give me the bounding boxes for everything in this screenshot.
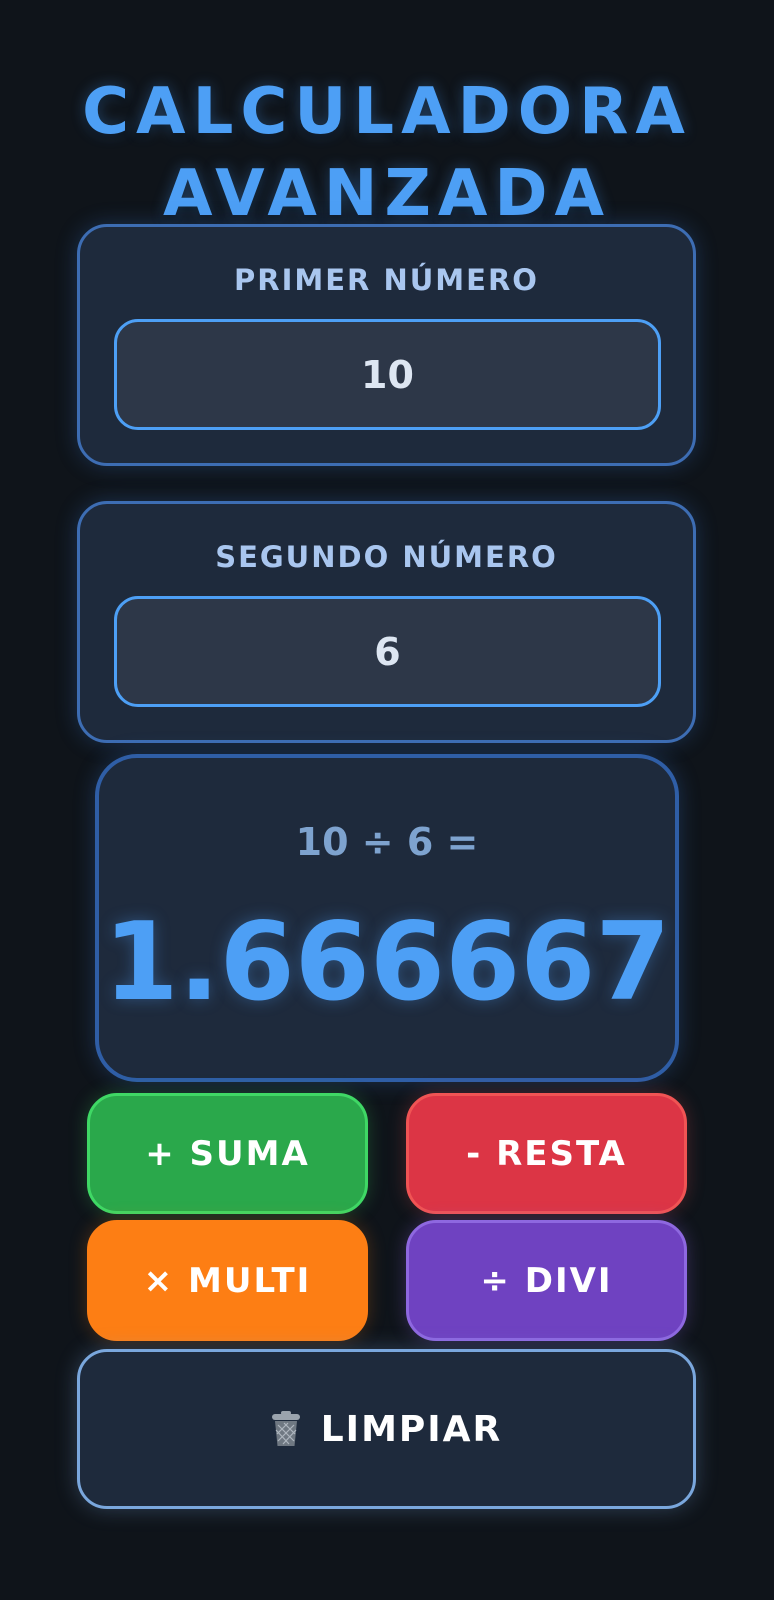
- second-number-label: SEGUNDO NÚMERO: [215, 540, 558, 574]
- add-button[interactable]: + SUMA: [87, 1093, 368, 1214]
- second-number-input[interactable]: [114, 596, 661, 707]
- first-number-card: PRIMER NÚMERO: [77, 224, 696, 466]
- result-display: 10 ÷ 6 = 1.666667: [95, 754, 679, 1082]
- first-number-input[interactable]: [114, 319, 661, 430]
- title-line-2: AVANZADA: [162, 156, 612, 231]
- clear-button[interactable]: LIMPIAR: [77, 1349, 696, 1509]
- first-number-label: PRIMER NÚMERO: [234, 263, 539, 297]
- second-number-card: SEGUNDO NÚMERO: [77, 501, 696, 743]
- title-line-1: CALCULADORA: [82, 74, 692, 149]
- divide-button[interactable]: ÷ DIVI: [406, 1220, 687, 1341]
- clear-label: LIMPIAR: [320, 1408, 503, 1450]
- multiply-button[interactable]: × MULTI: [87, 1220, 368, 1341]
- result-expression: 10 ÷ 6 =: [295, 820, 479, 864]
- result-value: 1.666667: [103, 900, 671, 1025]
- trash-icon: [271, 1411, 300, 1446]
- page-title: CALCULADORA AVANZADA: [0, 71, 774, 235]
- subtract-button[interactable]: - RESTA: [406, 1093, 687, 1214]
